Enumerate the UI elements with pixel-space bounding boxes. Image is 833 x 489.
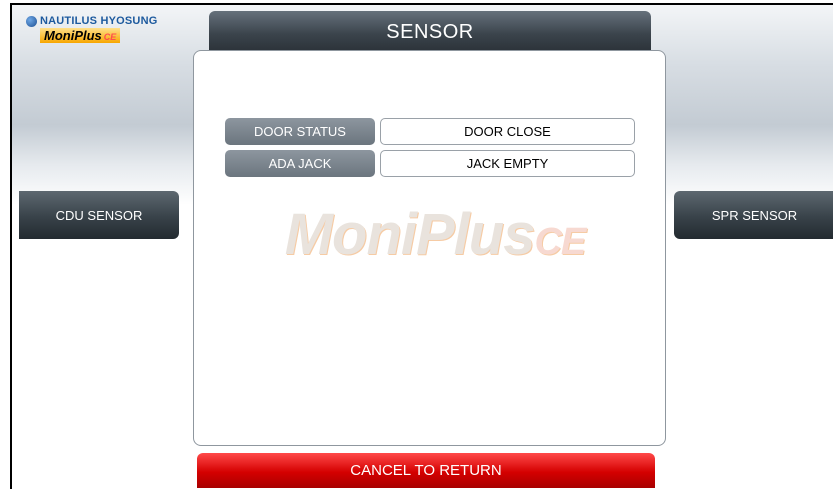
- watermark-text: MoniPlus: [284, 202, 536, 267]
- globe-icon: [26, 15, 37, 27]
- page-title: SENSOR: [209, 11, 651, 53]
- cancel-to-return-button[interactable]: CANCEL TO RETURN: [197, 453, 655, 488]
- product-suffix: CE: [103, 32, 117, 42]
- sensor-panel: DOOR STATUS DOOR CLOSE ADA JACK JACK EMP…: [193, 50, 666, 446]
- spr-sensor-button[interactable]: SPR SENSOR: [674, 191, 833, 239]
- sensor-row-ada-jack: ADA JACK JACK EMPTY: [225, 150, 635, 177]
- row-label: DOOR STATUS: [225, 118, 375, 145]
- company-brand: NAUTILUS HYOSUNG: [26, 15, 157, 27]
- cdu-sensor-button[interactable]: CDU SENSOR: [19, 191, 179, 239]
- company-name: NAUTILUS HYOSUNG: [40, 15, 158, 27]
- watermark-logo: MoniPlusCE: [245, 201, 625, 268]
- product-logo: MoniPlus CE: [40, 28, 121, 43]
- atm-screen: NAUTILUS HYOSUNG MoniPlus CE SENSOR DOOR…: [10, 3, 833, 489]
- watermark-suffix: CE: [534, 221, 586, 263]
- sensor-row-door-status: DOOR STATUS DOOR CLOSE: [225, 118, 635, 145]
- row-label: ADA JACK: [225, 150, 375, 177]
- row-value: JACK EMPTY: [380, 150, 635, 177]
- product-name: MoniPlus: [44, 28, 102, 43]
- row-value: DOOR CLOSE: [380, 118, 635, 145]
- logo: NAUTILUS HYOSUNG MoniPlus CE: [26, 15, 157, 45]
